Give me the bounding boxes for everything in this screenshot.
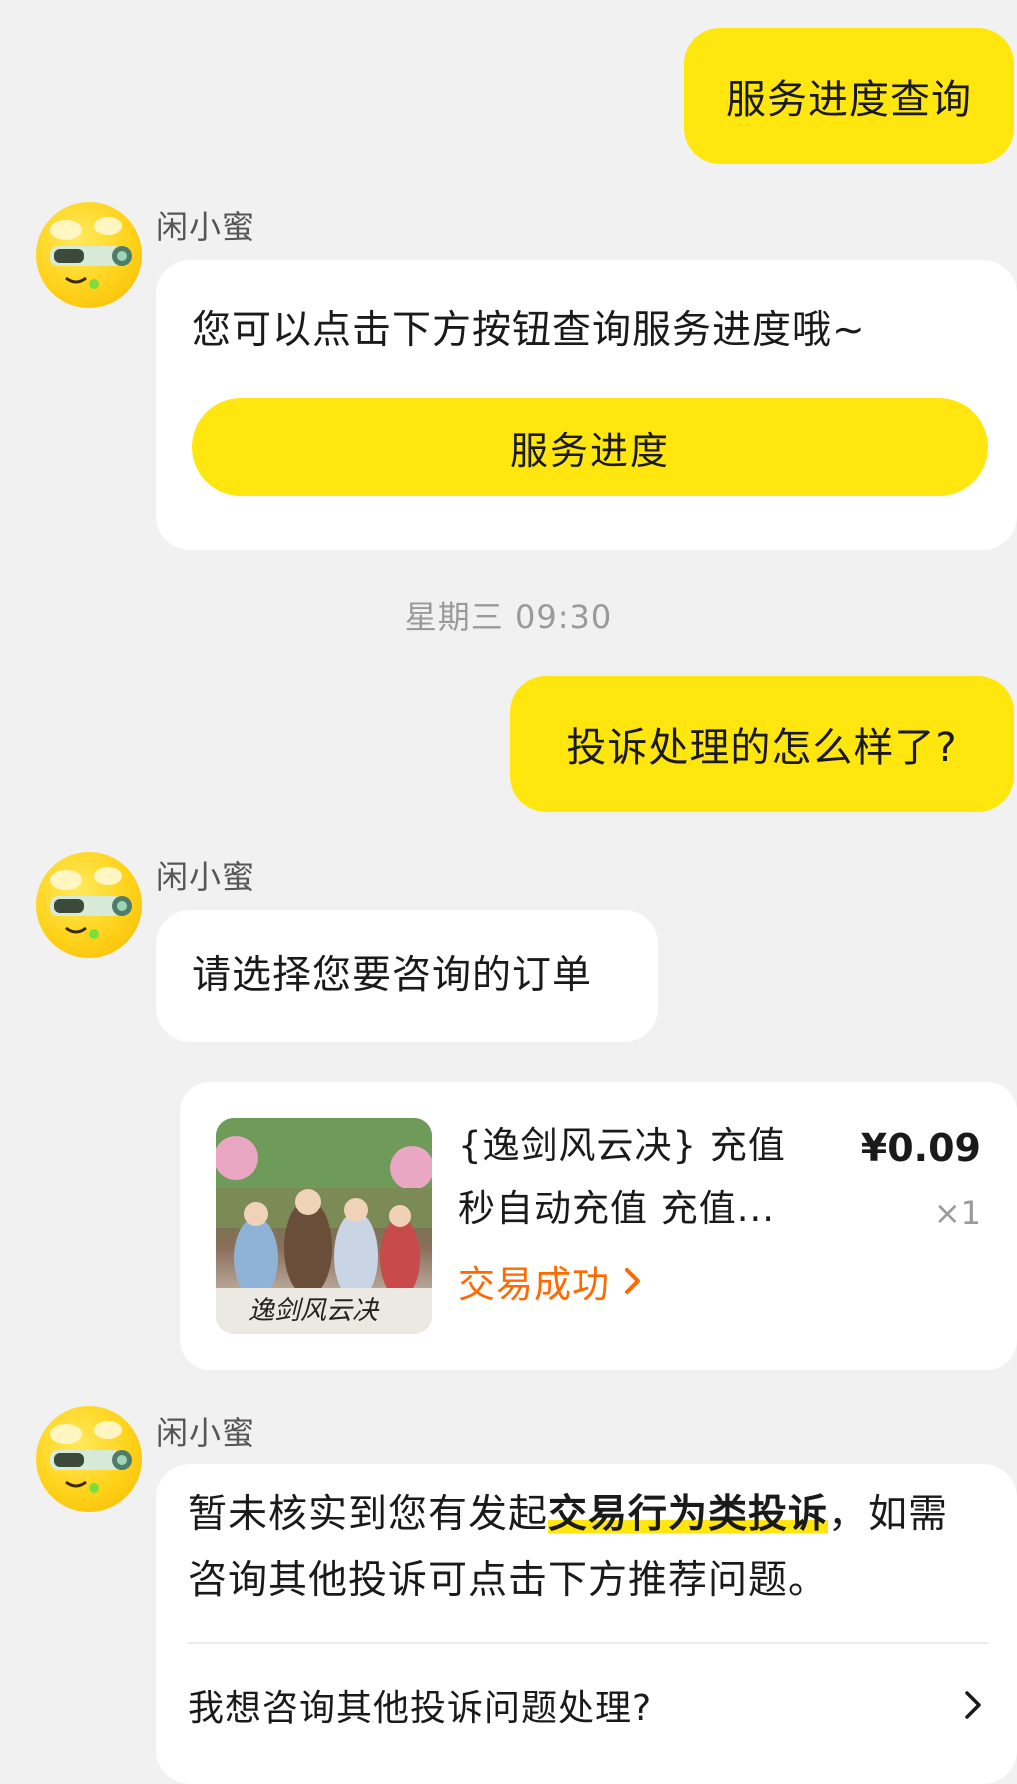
divider: [188, 1642, 988, 1644]
chevron-right-icon: [625, 1268, 640, 1294]
game-cover-caption: 逸剑风云决: [248, 1296, 379, 1326]
sender-name: 闲小蜜: [156, 1414, 256, 1452]
robot-mascot-icon: [50, 867, 132, 939]
order-thumbnail: 逸剑风云决: [216, 1118, 432, 1334]
incoming-message-text: 暂未核实到您有发起交易行为类投诉，如需咨询其他投诉可点击下方推荐问题。: [188, 1482, 978, 1614]
chat-timestamp: 星期三 09:30: [404, 598, 613, 636]
bot-avatar[interactable]: [36, 1406, 142, 1512]
order-status-link[interactable]: 交易成功: [458, 1254, 644, 1308]
order-quantity: ×1: [933, 1194, 981, 1232]
robot-mascot-icon: [50, 1421, 132, 1493]
incoming-message-bubble: 您可以点击下方按钮查询服务进度哦~ 服务进度: [156, 260, 1017, 550]
incoming-message-bubble: 暂未核实到您有发起交易行为类投诉，如需咨询其他投诉可点击下方推荐问题。 我想咨询…: [156, 1464, 1017, 1784]
robot-mascot-icon: [50, 217, 132, 289]
outgoing-message-bubble: 投诉处理的怎么样了?: [510, 676, 1014, 812]
faq-item[interactable]: 我想咨询其他投诉问题处理?: [188, 1660, 988, 1750]
incoming-message-bubble: 请选择您要咨询的订单: [156, 910, 658, 1042]
highlighted-complaint-type: 交易行为类投诉: [548, 1492, 829, 1537]
sender-name: 闲小蜜: [156, 858, 256, 896]
outgoing-message-bubble: 服务进度查询: [684, 28, 1014, 164]
message-text-part: 暂未核实到您有发起: [188, 1492, 549, 1537]
outgoing-message-text: 服务进度查询: [726, 77, 972, 123]
sender-name: 闲小蜜: [156, 208, 256, 246]
outgoing-message-text: 投诉处理的怎么样了?: [566, 725, 958, 771]
bot-avatar[interactable]: [36, 852, 142, 958]
order-status-text: 交易成功: [458, 1263, 610, 1306]
incoming-message-text: 请选择您要咨询的订单: [192, 953, 593, 998]
incoming-message-text: 您可以点击下方按钮查询服务进度哦~: [192, 308, 866, 353]
bot-avatar[interactable]: [36, 202, 142, 308]
chevron-right-icon: [965, 1691, 981, 1719]
faq-item-label: 我想咨询其他投诉问题处理?: [188, 1688, 653, 1729]
service-progress-button-label: 服务进度: [509, 428, 670, 473]
order-price: ¥0.09: [860, 1126, 981, 1170]
order-title-line1: {逸剑风云决} 充值: [458, 1124, 786, 1167]
service-progress-button[interactable]: 服务进度: [192, 398, 988, 496]
order-title-line2: 秒自动充值 充值...: [458, 1187, 776, 1230]
order-card[interactable]: 逸剑风云决 {逸剑风云决} 充值 秒自动充值 充值... ¥0.09 ×1 交易…: [180, 1082, 1017, 1370]
